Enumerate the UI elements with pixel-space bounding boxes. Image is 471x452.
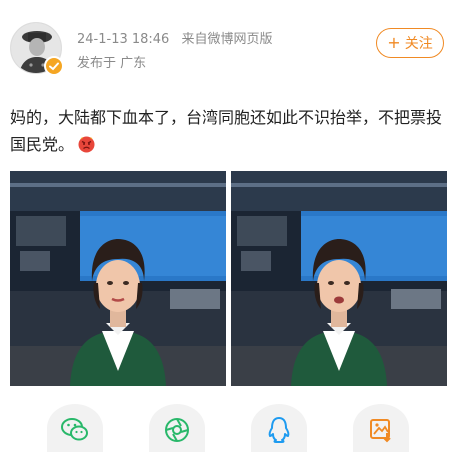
moments-icon	[165, 418, 189, 442]
post-location: 发布于 广东	[77, 56, 147, 71]
qq-icon	[268, 417, 290, 443]
news-anchor-photo-2[interactable]	[231, 171, 447, 386]
post-body: 妈的，大陆都下血本了，台湾同胞还如此不识抬举，不把票投国民党。	[10, 104, 455, 158]
wechat-share-button[interactable]	[47, 404, 103, 452]
qq-share-button[interactable]	[251, 404, 307, 452]
verified-badge-icon	[44, 56, 64, 76]
follow-label: 关注	[404, 36, 433, 52]
save-image-button[interactable]	[353, 404, 409, 452]
post-text: 妈的，大陆都下血本了，台湾同胞还如此不识抬举，不把票投国民党。	[10, 108, 443, 154]
save-image-icon	[370, 419, 391, 443]
post-timestamp: 24-1-13 18:46	[77, 32, 170, 47]
share-bar	[0, 404, 471, 452]
post-meta: 24-1-13 18:46 来自微博网页版	[77, 28, 273, 47]
plus-icon: +	[387, 33, 401, 52]
follow-button[interactable]: + 关注	[376, 28, 444, 58]
news-anchor-photo-1[interactable]	[10, 171, 226, 386]
wechat-icon	[61, 418, 88, 441]
angry-emoji-icon	[78, 134, 95, 153]
moments-share-button[interactable]	[149, 404, 205, 452]
post-source: 来自微博网页版	[181, 32, 273, 47]
